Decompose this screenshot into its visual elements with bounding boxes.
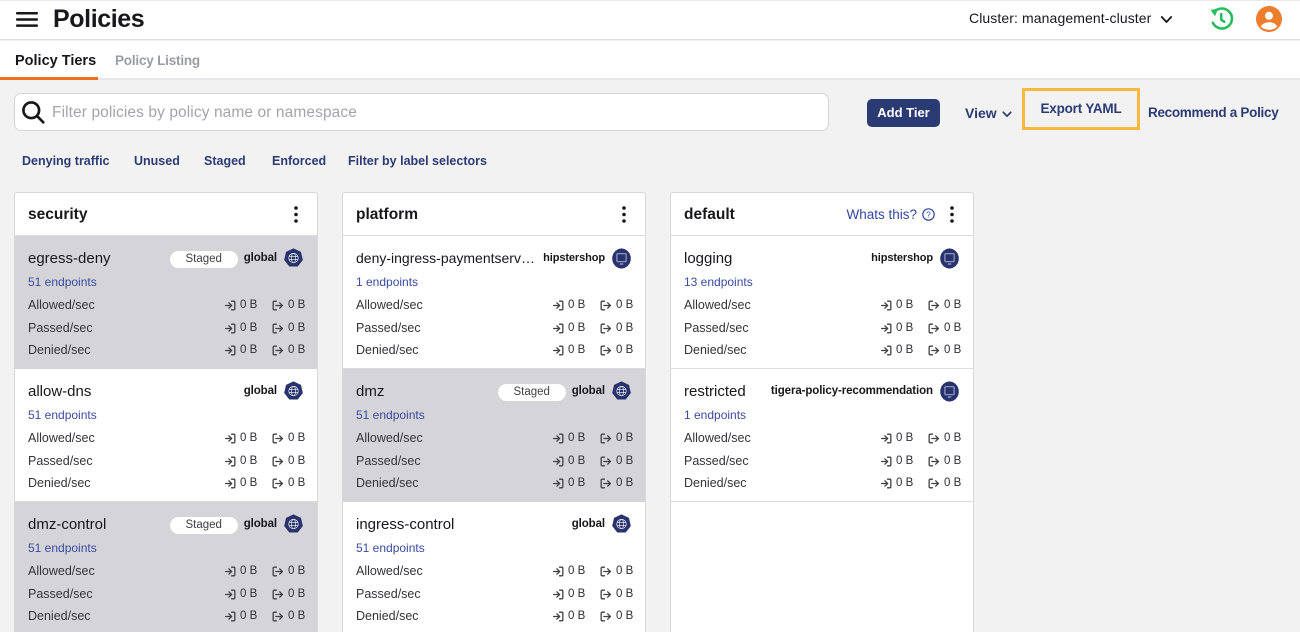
svg-text:?: ? — [926, 210, 931, 219]
